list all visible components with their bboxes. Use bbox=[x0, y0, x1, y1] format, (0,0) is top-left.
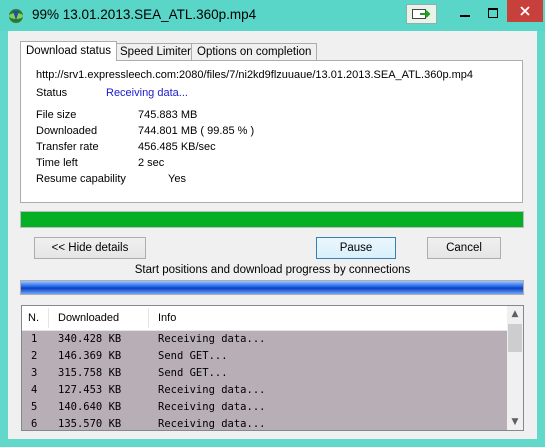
progress-fill bbox=[21, 212, 523, 227]
file-size-label: File size bbox=[36, 109, 77, 121]
minimize-to-tray-button[interactable] bbox=[406, 4, 437, 24]
idm-app-icon bbox=[9, 9, 23, 23]
time-left-value: 2 sec bbox=[138, 157, 165, 169]
list-header: N. Downloaded Info bbox=[22, 306, 507, 331]
maximize-icon bbox=[488, 8, 498, 18]
time-left-row: Time left 2 sec bbox=[36, 157, 164, 169]
resume-capability-row: Resume capability Yes bbox=[36, 173, 186, 185]
downloaded-label: Downloaded bbox=[36, 125, 98, 137]
transfer-rate-label: Transfer rate bbox=[36, 141, 99, 153]
title-bar[interactable]: 99% 13.01.2013.SEA_ATL.360p.mp4 bbox=[0, 0, 545, 31]
conn-downloaded: 127.453 KB bbox=[58, 384, 122, 396]
list-item[interactable]: 6 135.570 KB Receiving data... bbox=[22, 416, 507, 430]
close-icon bbox=[520, 6, 530, 16]
minimize-button[interactable] bbox=[452, 2, 478, 24]
cancel-button[interactable]: Cancel bbox=[427, 237, 501, 259]
download-url: http://srv1.expressleech.com:2080/files/… bbox=[36, 69, 474, 81]
tab-options-on-completion[interactable]: Options on completion bbox=[191, 43, 318, 60]
time-left-label: Time left bbox=[36, 157, 78, 169]
conn-info: Receiving data... bbox=[158, 384, 266, 396]
window-title: 99% 13.01.2013.SEA_ATL.360p.mp4 bbox=[32, 7, 257, 22]
conn-n: 6 bbox=[31, 418, 38, 430]
column-header-info[interactable]: Info bbox=[158, 312, 176, 324]
download-window: 99% 13.01.2013.SEA_ATL.360p.mp4 Download… bbox=[0, 0, 545, 447]
resume-capability-label: Resume capability bbox=[36, 173, 126, 185]
green-arrow-icon bbox=[411, 9, 430, 19]
conn-info: Receiving data... bbox=[158, 333, 266, 345]
conn-n: 5 bbox=[31, 401, 38, 413]
conn-downloaded: 146.369 KB bbox=[58, 350, 122, 362]
file-size-value: 745.883 MB bbox=[138, 109, 198, 121]
conn-info: Receiving data... bbox=[158, 401, 266, 413]
status-label: Status bbox=[36, 87, 68, 99]
pause-button[interactable]: Pause bbox=[316, 237, 396, 259]
conn-n: 2 bbox=[31, 350, 38, 362]
file-size-row: File size 745.883 MB bbox=[36, 109, 197, 121]
status-row: Status Receiving data... bbox=[36, 87, 188, 99]
hide-details-button[interactable]: << Hide details bbox=[34, 237, 146, 259]
downloaded-value: 744.801 MB ( 99.85 % ) bbox=[138, 125, 255, 137]
conn-downloaded: 135.570 KB bbox=[58, 418, 122, 430]
transfer-rate-row: Transfer rate 456.485 KB/sec bbox=[36, 141, 216, 153]
conn-downloaded: 140.640 KB bbox=[58, 401, 122, 413]
conn-downloaded: 315.758 KB bbox=[58, 367, 122, 379]
downloaded-row: Downloaded 744.801 MB ( 99.85 % ) bbox=[36, 125, 254, 137]
conn-n: 4 bbox=[31, 384, 38, 396]
list-item[interactable]: 5 140.640 KB Receiving data... bbox=[22, 399, 507, 416]
dialog-client: Download status Speed Limiter Options on… bbox=[8, 31, 537, 439]
minimize-icon bbox=[460, 15, 470, 17]
list-item[interactable]: 3 315.758 KB Send GET... bbox=[22, 365, 507, 382]
scroll-thumb[interactable] bbox=[508, 324, 522, 352]
conn-info: Receiving data... bbox=[158, 418, 266, 430]
window-bottom-border bbox=[0, 439, 545, 447]
scroll-up-icon[interactable]: ▲ bbox=[507, 306, 523, 322]
column-header-downloaded[interactable]: Downloaded bbox=[58, 312, 119, 324]
tab-download-status[interactable]: Download status bbox=[20, 41, 118, 61]
status-value: Receiving data... bbox=[106, 87, 188, 99]
download-progress-bar bbox=[20, 211, 524, 228]
connections-list[interactable]: N. Downloaded Info 1 340.428 KB Receivin… bbox=[21, 305, 524, 431]
list-item[interactable]: 1 340.428 KB Receiving data... bbox=[22, 331, 507, 348]
scroll-down-icon[interactable]: ▼ bbox=[507, 414, 523, 430]
tab-speed-limiter[interactable]: Speed Limiter bbox=[114, 43, 197, 60]
list-scrollbar[interactable]: ▲ ▼ bbox=[507, 306, 523, 430]
conn-n: 1 bbox=[31, 333, 38, 345]
transfer-rate-value: 456.485 KB/sec bbox=[138, 141, 216, 153]
column-header-n[interactable]: N. bbox=[28, 312, 39, 324]
list-item[interactable]: 4 127.453 KB Receiving data... bbox=[22, 382, 507, 399]
close-button[interactable] bbox=[507, 0, 543, 22]
maximize-button[interactable] bbox=[480, 2, 506, 24]
conn-info: Send GET... bbox=[158, 350, 228, 362]
connections-title: Start positions and download progress by… bbox=[134, 264, 411, 276]
conn-n: 3 bbox=[31, 367, 38, 379]
download-status-panel: http://srv1.expressleech.com:2080/files/… bbox=[20, 60, 523, 203]
resume-capability-value: Yes bbox=[168, 173, 186, 185]
conn-downloaded: 340.428 KB bbox=[58, 333, 122, 345]
list-item[interactable]: 2 146.369 KB Send GET... bbox=[22, 348, 507, 365]
conn-info: Send GET... bbox=[158, 367, 228, 379]
connections-progress-bar bbox=[20, 280, 524, 295]
